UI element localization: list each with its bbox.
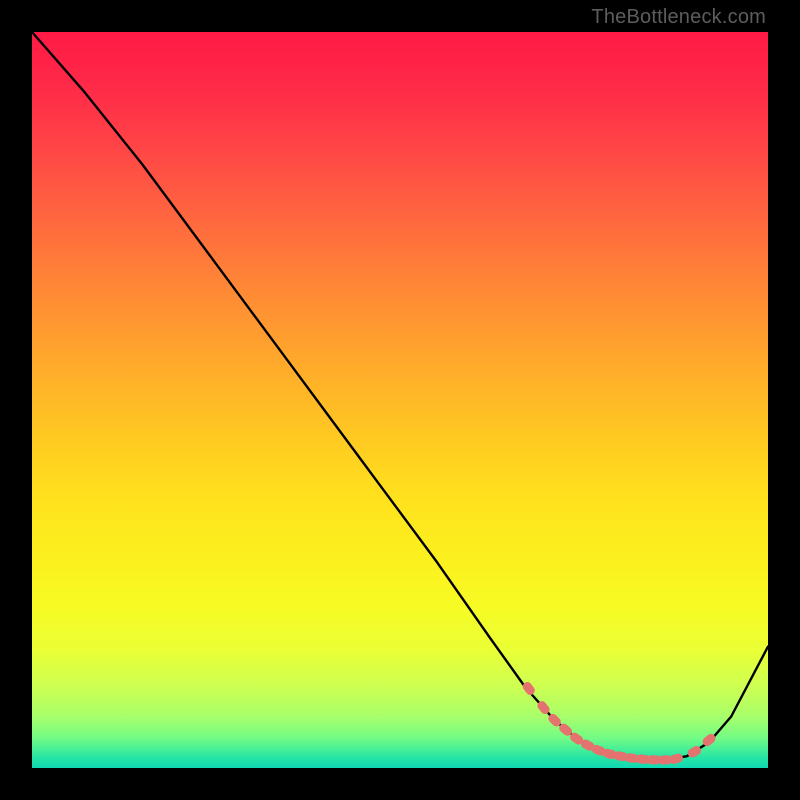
chart-frame: TheBottleneck.com [0,0,800,800]
marker-group [521,680,717,765]
chart-svg [32,32,768,768]
bottleneck-curve [32,32,768,760]
watermark-text: TheBottleneck.com [591,6,766,29]
plot-area [32,32,768,768]
